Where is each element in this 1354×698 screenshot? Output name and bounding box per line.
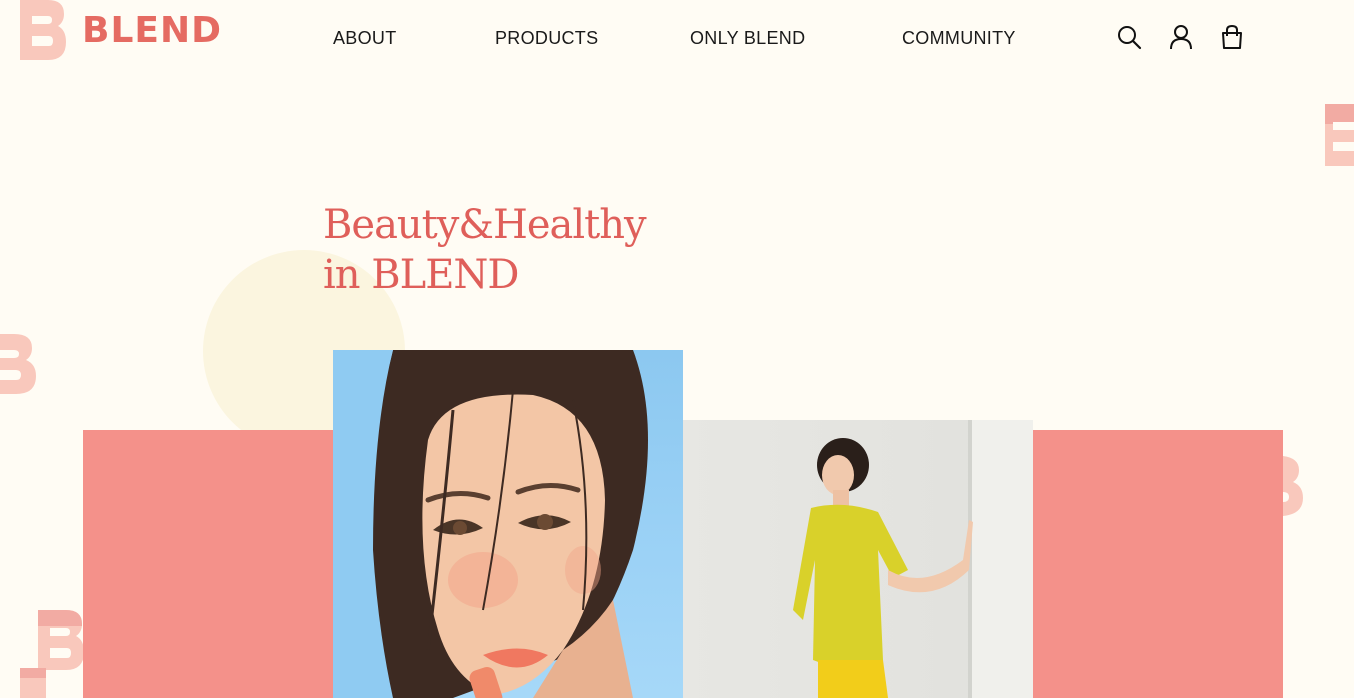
nav-item-only-blend[interactable]: ONLY BLEND <box>690 28 805 49</box>
user-icon <box>1170 25 1192 50</box>
search-icon <box>1118 26 1142 50</box>
main-nav: ABOUT PRODUCTS ONLY BLEND COMMUNITY <box>0 28 1354 54</box>
shopping-bag-icon <box>1222 24 1242 49</box>
deco-b-mark-icon <box>1283 456 1303 516</box>
hero-title-line2: in BLEND <box>323 252 519 298</box>
hero-title-line1: Beauty&Healthy <box>323 202 647 248</box>
pink-backdrop-right <box>1033 430 1283 698</box>
beauty-model-illustration <box>333 350 648 698</box>
search-button[interactable] <box>1116 24 1144 54</box>
nav-item-products[interactable]: PRODUCTS <box>495 28 598 49</box>
nav-item-community[interactable]: COMMUNITY <box>902 28 1016 49</box>
nav-item-about[interactable]: ABOUT <box>333 28 397 49</box>
pink-backdrop-left <box>83 430 333 698</box>
beauty-model-photo[interactable] <box>333 350 683 698</box>
deco-b-mark-icon <box>20 610 84 698</box>
account-button[interactable] <box>1168 24 1196 54</box>
deco-b-mark-icon <box>0 334 36 394</box>
hero-title: Beauty&Healthy in BLEND <box>323 200 647 300</box>
cart-button[interactable] <box>1219 24 1247 54</box>
deco-b-mark-icon <box>1325 104 1354 166</box>
activewear-model-illustration <box>793 420 1033 698</box>
activewear-model-photo[interactable] <box>683 420 1033 698</box>
